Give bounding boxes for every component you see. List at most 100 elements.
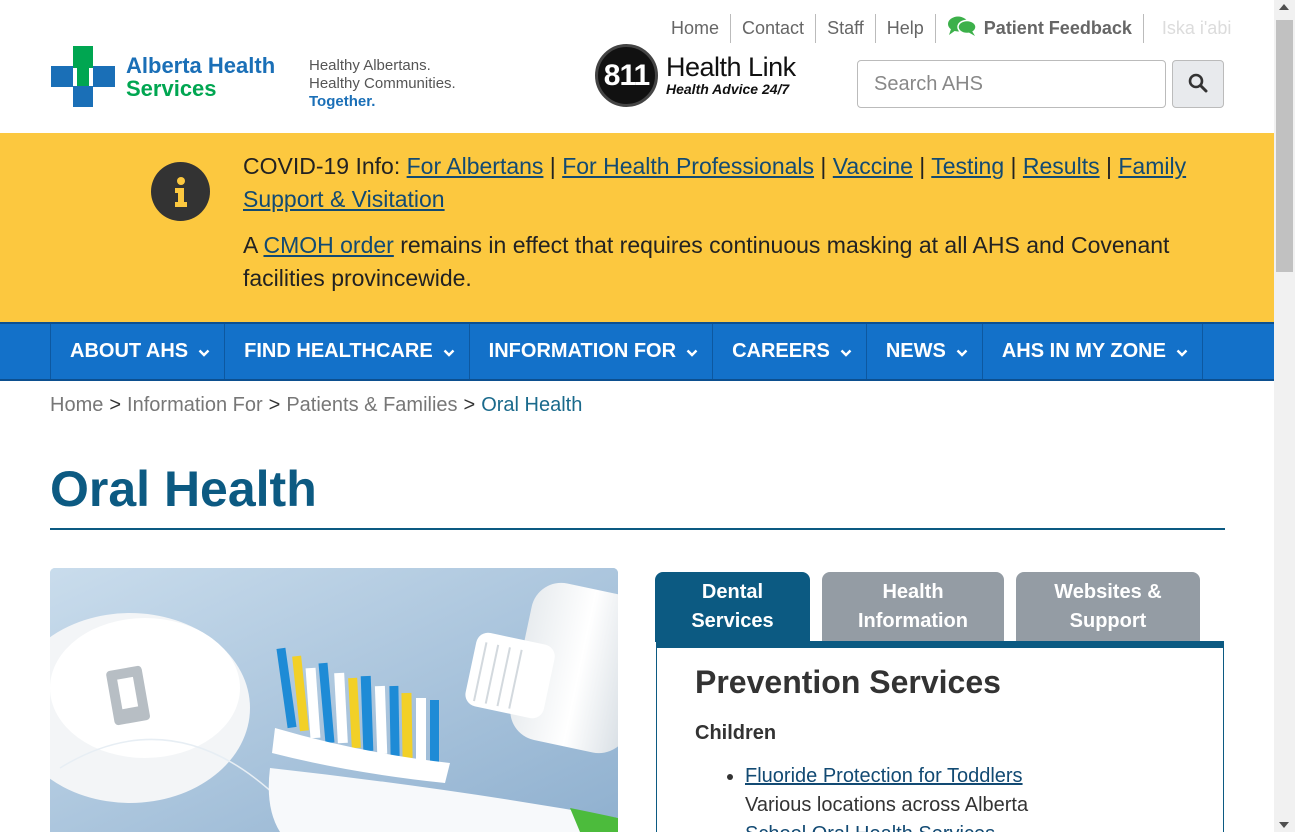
covid-banner-text: COVID-19 Info: For Albertans | For Healt…: [243, 150, 1203, 295]
scrollbar-thumb[interactable]: [1276, 20, 1293, 272]
site-header: Home Contact Staff Help Patient Feedback…: [0, 0, 1274, 133]
page-title: Oral Health: [50, 461, 317, 517]
tab-label: Dental Services: [691, 578, 773, 636]
chevron-down-icon: [443, 340, 455, 363]
nav-label: ABOUT AHS: [70, 340, 189, 362]
health-link-811-logo[interactable]: 811 Health Link Health Advice 24/7: [595, 44, 796, 107]
link-for-health-professionals[interactable]: For Health Professionals: [562, 153, 814, 179]
info-icon: [151, 162, 210, 221]
tab-panel-dental-services: Prevention Services Children Fluoride Pr…: [656, 641, 1224, 832]
panel-subheading: Children: [695, 722, 777, 744]
list-item: School Oral Health Services: [745, 820, 1028, 832]
panel-heading: Prevention Services: [695, 664, 1001, 700]
nav-label: NEWS: [885, 340, 946, 362]
link-results[interactable]: Results: [1023, 153, 1100, 179]
tab-label-line-1: Dental: [701, 581, 764, 603]
nav-about-ahs[interactable]: ABOUT AHS: [51, 324, 226, 379]
chevron-down-icon: [686, 340, 698, 363]
utility-link-help[interactable]: Help: [876, 14, 936, 43]
main-nav-list: ABOUT AHS FIND HEALTHCARE INFORMATION FO…: [50, 324, 1203, 379]
utility-link-staff[interactable]: Staff: [816, 14, 876, 43]
ahs-cross-icon: [51, 46, 115, 107]
cmoh-notice: A CMOH order remains in effect that requ…: [243, 229, 1203, 295]
tab-label: Websites & Support: [1054, 578, 1161, 636]
vertical-scrollbar[interactable]: [1274, 0, 1295, 832]
separator: |: [814, 153, 833, 179]
chevron-down-icon: [956, 340, 968, 363]
tab-label-line-2: Support: [1069, 610, 1147, 632]
nav-find-healthcare[interactable]: FIND HEALTHCARE: [225, 324, 470, 379]
covid-banner: COVID-19 Info: For Albertans | For Healt…: [0, 133, 1274, 323]
tagline-line-3: Together.: [309, 93, 376, 110]
811-badge: 811: [595, 44, 658, 107]
oral-health-hero-image: [50, 568, 618, 832]
separator: |: [1004, 153, 1023, 179]
services-list: Fluoride Protection for Toddlers Various…: [745, 762, 1028, 832]
title-divider: [50, 528, 1225, 530]
tab-label: Health Information: [858, 578, 968, 636]
search-icon: [1188, 73, 1208, 96]
link-for-albertans[interactable]: For Albertans: [407, 153, 544, 179]
main-nav: ABOUT AHS FIND HEALTHCARE INFORMATION FO…: [0, 322, 1274, 381]
breadcrumb-patients-families[interactable]: Patients & Families: [286, 394, 457, 417]
nav-careers[interactable]: CAREERS: [713, 324, 867, 379]
toothbrush-illustration: [50, 568, 618, 832]
tab-dental-services[interactable]: Dental Services: [655, 572, 810, 642]
breadcrumb-information-for[interactable]: Information For: [127, 394, 263, 417]
breadcrumb-current: Oral Health: [481, 394, 583, 416]
tab-list: Dental Services Health Information Website…: [655, 572, 1212, 642]
list-item: Fluoride Protection for Toddlers Various…: [745, 762, 1028, 820]
breadcrumb-separator: >: [268, 394, 281, 416]
covid-info-line: COVID-19 Info: For Albertans | For Healt…: [243, 150, 1203, 216]
list-item-description: Various locations across Alberta: [745, 794, 1029, 816]
ahs-logo[interactable]: Alberta Health Services: [51, 46, 275, 107]
tab-health-information[interactable]: Health Information: [822, 572, 1004, 642]
tab-label-line-1: Health: [882, 581, 944, 603]
breadcrumb: Home > Information For > Patients & Fami…: [50, 394, 582, 417]
nav-label: CAREERS: [732, 340, 830, 362]
logo-line-2: Services: [126, 75, 217, 101]
chevron-down-icon: [1176, 340, 1188, 363]
ahs-logo-text: Alberta Health Services: [126, 54, 275, 100]
tab-label-line-2: Services: [691, 610, 774, 632]
language-link[interactable]: Iska i'abi: [1144, 14, 1242, 43]
chat-bubbles-icon: [947, 15, 977, 42]
logo-line-1: Alberta Health: [126, 52, 276, 78]
breadcrumb-separator: >: [463, 394, 476, 416]
tab-websites-support[interactable]: Websites & Support: [1016, 572, 1200, 642]
tab-label-line-1: Websites &: [1054, 581, 1162, 603]
nav-news[interactable]: NEWS: [867, 324, 983, 379]
nav-label: FIND HEALTHCARE: [244, 340, 433, 362]
nav-ahs-in-my-zone[interactable]: AHS IN MY ZONE: [983, 324, 1203, 379]
separator: |: [543, 153, 563, 179]
scroll-down-arrow-icon[interactable]: [1279, 822, 1289, 828]
scroll-up-arrow-icon[interactable]: [1279, 4, 1289, 10]
health-link-text: Health Link Health Advice 24/7: [666, 53, 796, 98]
tagline-line-1: Healthy Albertans.: [309, 57, 431, 74]
health-link-subtitle: Health Advice 24/7: [666, 80, 790, 97]
link-vaccine[interactable]: Vaccine: [833, 153, 913, 179]
nav-label: AHS IN MY ZONE: [1001, 340, 1166, 362]
utility-nav: Home Contact Staff Help Patient Feedback…: [660, 14, 1242, 43]
search-form: [857, 60, 1224, 108]
covid-info-lead: COVID-19 Info:: [243, 153, 407, 179]
link-cmoh-order[interactable]: CMOH order: [263, 232, 393, 258]
cmoh-prefix: A: [243, 232, 264, 258]
nav-information-for[interactable]: INFORMATION FOR: [470, 324, 714, 379]
search-input[interactable]: [857, 60, 1166, 108]
tagline-line-2: Healthy Communities.: [309, 75, 456, 92]
link-school-oral-health[interactable]: School Oral Health Services: [745, 823, 995, 832]
utility-link-contact[interactable]: Contact: [731, 14, 817, 43]
patient-feedback-label: Patient Feedback: [983, 18, 1132, 38]
chevron-down-icon: [198, 340, 210, 363]
link-fluoride-protection[interactable]: Fluoride Protection for Toddlers: [745, 765, 1023, 787]
page: Home Contact Staff Help Patient Feedback…: [0, 0, 1274, 832]
link-testing[interactable]: Testing: [931, 153, 1004, 179]
search-button[interactable]: [1172, 60, 1224, 108]
utility-link-home[interactable]: Home: [660, 14, 732, 43]
tagline: Healthy Albertans. Healthy Communities. …: [309, 57, 456, 111]
nav-label: INFORMATION FOR: [488, 340, 677, 362]
breadcrumb-home[interactable]: Home: [50, 394, 103, 417]
patient-feedback-link[interactable]: Patient Feedback: [936, 14, 1144, 43]
breadcrumb-separator: >: [109, 394, 122, 416]
